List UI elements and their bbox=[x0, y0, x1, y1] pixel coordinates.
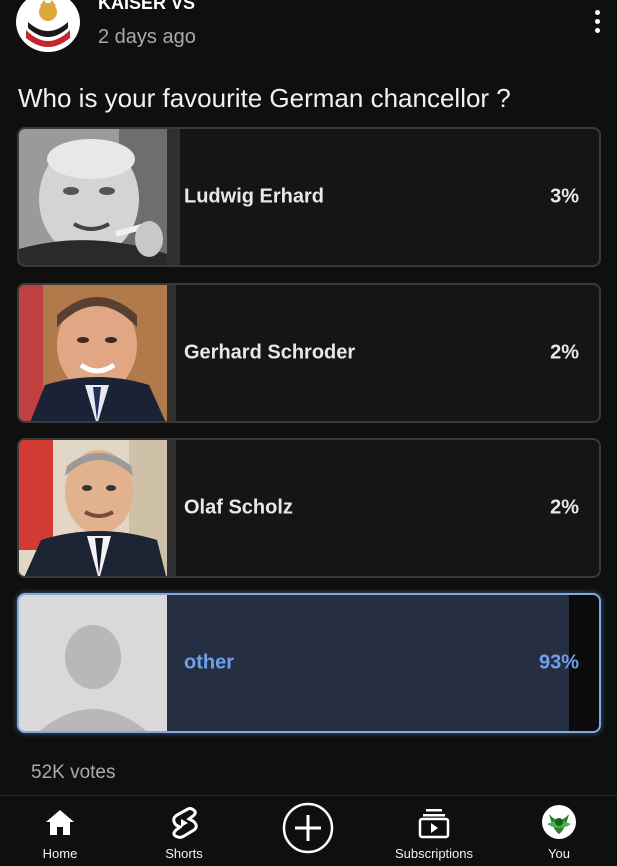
option-label: other bbox=[184, 651, 234, 674]
option-label: Ludwig Erhard bbox=[184, 185, 324, 208]
poll-option-olaf-scholz[interactable]: Olaf Scholz 2% bbox=[17, 438, 601, 578]
option-label: Gerhard Schroder bbox=[184, 341, 356, 364]
bottom-navigation: Home Shorts Subscriptions You bbox=[0, 795, 617, 866]
channel-avatar[interactable] bbox=[16, 0, 80, 52]
poll-question: Who is your favourite German chancellor … bbox=[18, 83, 511, 113]
option-photo-placeholder bbox=[19, 595, 167, 731]
option-photo-gerhard-schroder bbox=[19, 285, 167, 421]
post-timestamp: 2 days ago bbox=[98, 26, 196, 48]
nav-shorts[interactable]: Shorts bbox=[124, 796, 244, 866]
poll-option-fill bbox=[167, 129, 180, 265]
more-options-icon[interactable] bbox=[590, 10, 604, 36]
vote-count: 52K votes bbox=[31, 762, 116, 783]
option-photo-ludwig-erhard bbox=[19, 129, 167, 265]
channel-name[interactable]: KAISER VS bbox=[98, 0, 195, 14]
shorts-icon bbox=[172, 807, 198, 839]
option-percentage: 93% bbox=[538, 651, 579, 674]
poll-option-fill bbox=[167, 285, 176, 421]
profile-avatar-icon bbox=[542, 805, 576, 839]
option-percentage: 3% bbox=[550, 185, 579, 208]
nav-home[interactable]: Home bbox=[0, 796, 120, 866]
nav-label-shorts: Shorts bbox=[165, 846, 203, 861]
post-header: KAISER VS 2 days ago bbox=[0, 0, 617, 70]
option-label: Olaf Scholz bbox=[184, 496, 293, 519]
nav-label-subscriptions: Subscriptions bbox=[394, 846, 474, 861]
nav-create[interactable] bbox=[248, 796, 368, 866]
nav-subscriptions[interactable]: Subscriptions bbox=[374, 796, 494, 866]
poll-option-ludwig-erhard[interactable]: Ludwig Erhard 3% bbox=[17, 127, 601, 267]
option-photo-olaf-scholz bbox=[19, 440, 167, 576]
poll-option-fill bbox=[167, 440, 176, 576]
subscriptions-icon bbox=[418, 809, 450, 839]
nav-label-you: You bbox=[548, 846, 570, 861]
nav-you[interactable]: You bbox=[499, 796, 617, 866]
poll-option-other[interactable]: other 93% bbox=[17, 593, 601, 733]
poll-option-gerhard-schroder[interactable]: Gerhard Schroder 2% bbox=[17, 283, 601, 423]
nav-label-home: Home bbox=[42, 846, 78, 861]
option-percentage: 2% bbox=[550, 341, 579, 364]
option-percentage: 2% bbox=[550, 496, 579, 519]
home-icon bbox=[46, 810, 74, 835]
create-icon bbox=[282, 802, 334, 854]
